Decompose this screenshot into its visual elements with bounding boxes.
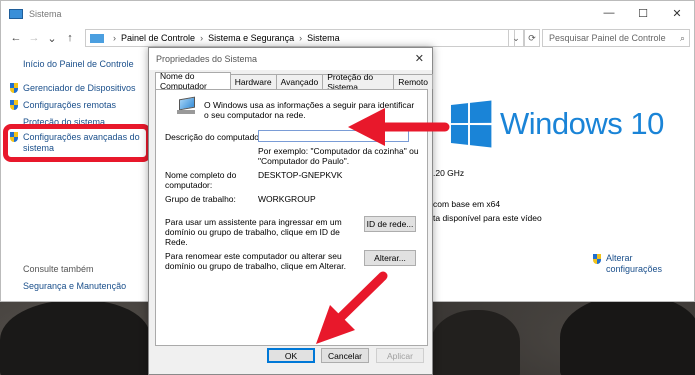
shield-icon [10, 83, 19, 93]
apply-button[interactable]: Aplicar [376, 348, 424, 363]
forward-arrow-icon[interactable]: → [27, 32, 41, 44]
breadcrumb-separator: › [200, 33, 204, 43]
up-arrow-icon[interactable]: ↑ [63, 32, 77, 44]
tab-computer-name[interactable]: Nome do Computador [155, 71, 231, 91]
annotation-highlight-box [3, 124, 151, 162]
rename-text: Para renomear este computador ou alterar… [165, 251, 346, 271]
dialog-close-icon[interactable]: ✕ [415, 52, 424, 65]
change-button[interactable]: Alterar... [364, 250, 416, 266]
wallpaper-rock [560, 295, 695, 375]
tab-remote[interactable]: Remoto [393, 74, 433, 89]
dialog-title: Propriedades do Sistema [156, 54, 258, 64]
recent-locations-chevron-icon[interactable]: ⌄ [45, 32, 59, 45]
change-settings-link[interactable]: Alterar configurações [593, 253, 670, 275]
network-id-text: Para usar um assistente para ingressar e… [165, 217, 342, 247]
refresh-icon[interactable]: ⟳ [524, 29, 540, 47]
computer-description-field[interactable] [258, 130, 409, 142]
workgroup-label: Grupo de trabalho: [165, 194, 236, 204]
window-title: Sistema [29, 9, 62, 19]
close-window-button[interactable]: ✕ [660, 1, 694, 25]
cpu-speed-text: .20 GHz [433, 168, 465, 178]
back-arrow-icon[interactable]: ← [9, 32, 23, 44]
sidebar-item-device-manager[interactable]: Gerenciador de Dispositivos [10, 83, 153, 94]
computer-name-panel: O Windows usa as informações a seguir pa… [155, 89, 428, 346]
breadcrumb-separator: › [113, 33, 116, 43]
computer-icon [175, 96, 197, 114]
search-icon: ⌕ [679, 32, 685, 43]
windows-logo-icon [450, 100, 492, 148]
description-label: Descrição do computador: [165, 132, 265, 142]
security-maintenance-link[interactable]: Segurança e Manutenção [23, 281, 126, 291]
maximize-button[interactable]: ☐ [626, 1, 660, 25]
wallpaper-rock [430, 310, 520, 375]
full-name-label: Nome completo do computador: [165, 170, 237, 190]
breadcrumb-system[interactable]: Sistema [307, 33, 340, 43]
breadcrumb-control-panel[interactable]: Painel de Controle [121, 33, 195, 43]
search-input[interactable]: Pesquisar Painel de Controle ⌕ [542, 29, 690, 47]
address-dropdown-icon[interactable]: ⌄ [508, 29, 524, 47]
windows-10-brand: Windows 10 [448, 100, 664, 148]
full-name-value: DESKTOP-GNEPKVK [258, 170, 343, 180]
sidebar-item-label: Configurações remotas [23, 100, 117, 110]
cancel-button[interactable]: Cancelar [321, 348, 369, 363]
ok-button[interactable]: OK [267, 348, 315, 363]
tab-system-protection[interactable]: Proteção do Sistema [322, 72, 395, 92]
workgroup-value: WORKGROUP [258, 194, 316, 204]
window-titlebar: Sistema [1, 1, 694, 27]
dialog-titlebar: Propriedades do Sistema ✕ [149, 48, 432, 70]
wallpaper-rock [0, 300, 150, 375]
change-settings-label: Alterar configurações [606, 253, 663, 274]
see-also-heading: Consulte também [23, 264, 94, 274]
search-placeholder: Pesquisar Painel de Controle [549, 33, 666, 43]
sidebar-item-label: Gerenciador de Dispositivos [23, 83, 136, 93]
system-type-text: com base em x64 [433, 199, 501, 209]
breadcrumb-separator: › [299, 33, 303, 43]
pen-touch-text: ta disponível para este vídeo [433, 213, 542, 223]
breadcrumb-system-security[interactable]: Sistema e Segurança [208, 33, 294, 43]
intro-text: O Windows usa as informações a seguir pa… [204, 100, 415, 120]
address-bar[interactable]: › Painel de Controle › Sistema e Seguran… [85, 29, 515, 47]
sidebar-item-remote-settings[interactable]: Configurações remotas [10, 100, 153, 111]
dialog-tabs: Nome do Computador Hardware Avançado Pro… [155, 71, 433, 92]
shield-icon [10, 100, 19, 110]
window-controls: — ☐ ✕ [592, 1, 694, 25]
network-id-button[interactable]: ID de rede... [364, 216, 416, 232]
tab-advanced[interactable]: Avançado [275, 74, 324, 89]
system-properties-dialog: Propriedades do Sistema ✕ Nome do Comput… [148, 47, 433, 375]
windows-brand-text: Windows 10 [500, 106, 664, 141]
shield-icon [593, 254, 602, 264]
control-panel-icon [90, 33, 104, 43]
minimize-button[interactable]: — [592, 1, 626, 25]
system-app-icon [9, 9, 23, 19]
see-also-section: Consulte também Segurança e Manutenção [23, 264, 126, 291]
sidebar-home-link[interactable]: Início do Painel de Controle [23, 59, 153, 69]
address-actions: ⌄ ⟳ [508, 29, 540, 47]
tab-hardware[interactable]: Hardware [229, 74, 277, 89]
description-example: Por exemplo: "Computador da cozinha" ou … [258, 146, 419, 166]
